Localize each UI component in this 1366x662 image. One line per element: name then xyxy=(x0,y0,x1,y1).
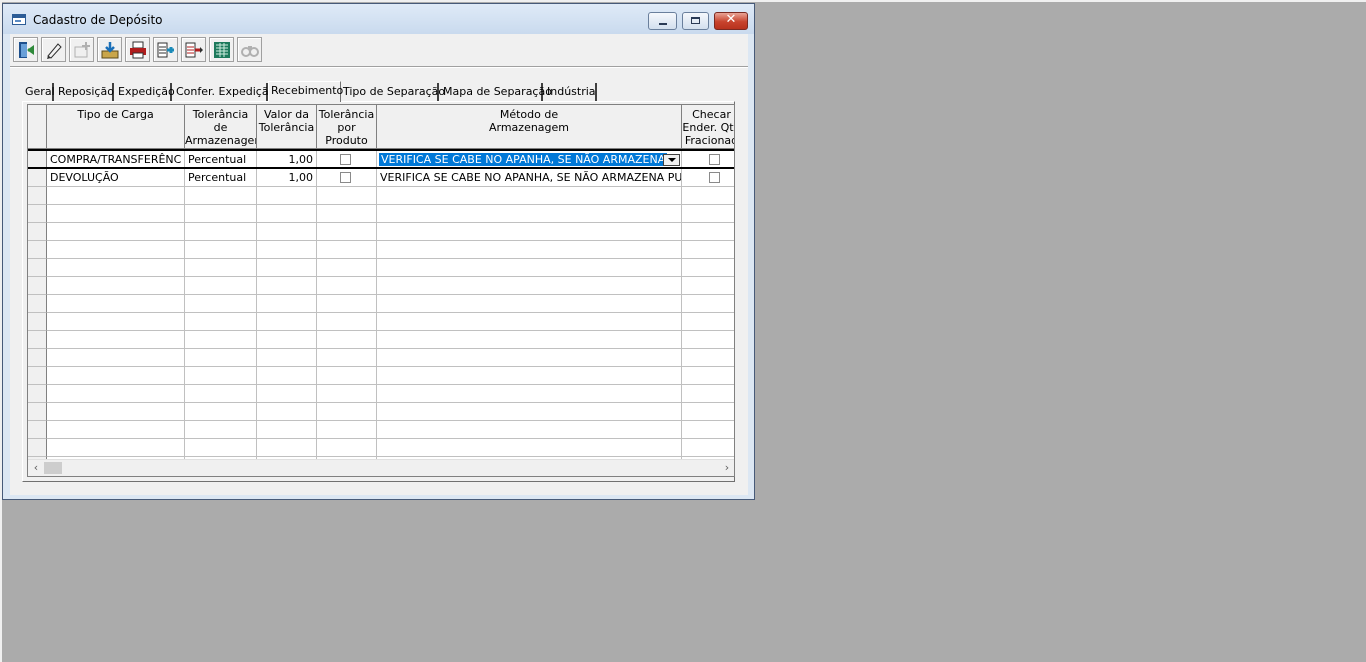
row-indicator[interactable] xyxy=(28,223,47,241)
add-button[interactable] xyxy=(69,37,94,62)
row-indicator[interactable] xyxy=(28,169,47,187)
exit-button[interactable] xyxy=(13,37,38,62)
cell-por-produto[interactable] xyxy=(317,169,377,187)
toolbar xyxy=(10,34,748,68)
grid-row-line xyxy=(47,420,734,421)
grid-column-line xyxy=(256,187,257,459)
add-disabled-icon xyxy=(74,42,90,58)
tab-recebimento[interactable]: Recebimento xyxy=(268,81,343,102)
title-bar[interactable]: Cadastro de Depósito ✕ xyxy=(3,4,754,34)
print-icon xyxy=(130,41,146,59)
close-button[interactable]: ✕ xyxy=(714,12,748,30)
recebimento-grid[interactable]: Tipo de Carga Tolerância de Armazenagem … xyxy=(27,104,735,477)
tab-expedicao[interactable]: Expedição xyxy=(116,83,175,101)
grid-row-line xyxy=(47,312,734,313)
window-title: Cadastro de Depósito xyxy=(33,13,163,27)
edit-pencil-icon xyxy=(47,43,62,59)
grid-row-line xyxy=(47,276,734,277)
horizontal-scrollbar[interactable]: ‹ › xyxy=(28,459,734,476)
row-indicator[interactable] xyxy=(28,277,47,295)
grid-column-line xyxy=(316,187,317,459)
scroll-thumb[interactable] xyxy=(44,462,62,474)
delete-row-icon xyxy=(185,42,203,58)
metodo-selected-value[interactable]: VERIFICA SE CABE NO APANHA, SE NÃO ARMAZ… xyxy=(379,153,668,166)
scroll-right-icon[interactable]: › xyxy=(719,460,734,476)
grid-row-line xyxy=(47,366,734,367)
close-icon: ✕ xyxy=(725,12,737,27)
app-window-icon[interactable] xyxy=(12,14,26,25)
grid-row-line xyxy=(47,330,734,331)
row-indicator[interactable] xyxy=(28,403,47,421)
tab-mapa-de-separacao[interactable]: Mapa de Separação xyxy=(441,83,552,101)
row-indicator[interactable] xyxy=(28,187,47,205)
row-indicator[interactable] xyxy=(28,313,47,331)
cell-tipo-de-carga[interactable]: DEVOLUÇÃO xyxy=(47,169,185,187)
cadastro-deposito-window: Cadastro de Depósito ✕ Geral Reposição E… xyxy=(2,3,755,500)
header-checar-ender-qtd[interactable]: Checar Ender. Qtd Fracionad xyxy=(682,105,734,149)
grid-row-line xyxy=(47,222,734,223)
grid-row-line xyxy=(47,384,734,385)
por-produto-checkbox[interactable] xyxy=(340,172,351,183)
header-tolerancia-por-produto[interactable]: Tolerância por Produto xyxy=(317,105,377,149)
cell-metodo[interactable]: VERIFICA SE CABE NO APANHA, SE NÃO ARMAZ… xyxy=(377,169,682,187)
edit-button[interactable] xyxy=(41,37,66,62)
insert-row-button[interactable] xyxy=(153,37,178,62)
header-tolerancia-armazenagem[interactable]: Tolerância de Armazenagem xyxy=(185,105,257,149)
binoculars-icon xyxy=(241,46,259,57)
header-metodo-armazenagem[interactable]: Método de Armazenagem xyxy=(377,105,682,149)
cell-tolerancia[interactable]: Percentual xyxy=(185,169,257,187)
print-button[interactable] xyxy=(125,37,150,62)
grid-row-line xyxy=(47,258,734,259)
chevron-down-icon[interactable] xyxy=(663,154,680,166)
row-indicator[interactable] xyxy=(28,367,47,385)
grid-row-line xyxy=(47,294,734,295)
cell-valor[interactable]: 1,00 xyxy=(257,169,317,187)
grid-row-line xyxy=(47,456,734,457)
spreadsheet-button[interactable] xyxy=(209,37,234,62)
save-button[interactable] xyxy=(97,37,122,62)
grid-row-line xyxy=(47,204,734,205)
row-indicator[interactable] xyxy=(28,331,47,349)
window-client-area: Geral Reposição Expedição Confer. Expedi… xyxy=(10,34,748,495)
tab-reposicao[interactable]: Reposição xyxy=(56,83,114,101)
row-indicator[interactable] xyxy=(28,295,47,313)
minimize-button[interactable] xyxy=(648,12,677,30)
save-download-icon xyxy=(101,42,119,59)
tab-geral[interactable]: Geral xyxy=(23,83,55,101)
insert-row-icon xyxy=(157,42,174,58)
row-indicator[interactable] xyxy=(28,439,47,457)
row-indicator[interactable] xyxy=(28,421,47,439)
row-indicator[interactable] xyxy=(28,385,47,403)
cell-checar[interactable] xyxy=(682,169,734,187)
grid-column-line xyxy=(681,187,682,459)
checar-checkbox[interactable] xyxy=(709,154,720,165)
grid-row-line xyxy=(47,348,734,349)
grid-row-line xyxy=(47,438,734,439)
workspace-edge xyxy=(0,0,1366,2)
header-tipo-de-carga[interactable]: Tipo de Carga xyxy=(47,105,185,149)
row-indicator[interactable] xyxy=(28,349,47,367)
checar-checkbox[interactable] xyxy=(709,172,720,183)
grid-row-line xyxy=(47,240,734,241)
search-button[interactable] xyxy=(237,37,262,62)
exit-icon xyxy=(19,42,34,58)
tab-tipo-de-separacao[interactable]: Tipo de Separação xyxy=(341,83,445,101)
tab-industria[interactable]: Indústria xyxy=(545,83,597,101)
grid-row-line xyxy=(47,402,734,403)
header-valor-tolerancia[interactable]: Valor da Tolerância xyxy=(257,105,317,149)
grid-corner-header xyxy=(28,105,47,149)
row-indicator[interactable] xyxy=(28,205,47,223)
row-indicator[interactable] xyxy=(28,241,47,259)
maximize-button[interactable] xyxy=(682,12,709,30)
scroll-left-icon[interactable]: ‹ xyxy=(28,460,44,476)
por-produto-checkbox[interactable] xyxy=(340,154,351,165)
tab-confer-expedicao[interactable]: Confer. Expedição xyxy=(174,83,275,101)
grid-column-line xyxy=(184,187,185,459)
row-indicator[interactable] xyxy=(28,259,47,277)
delete-row-button[interactable] xyxy=(181,37,206,62)
grid-column-line xyxy=(376,187,377,459)
spreadsheet-icon xyxy=(214,42,230,58)
